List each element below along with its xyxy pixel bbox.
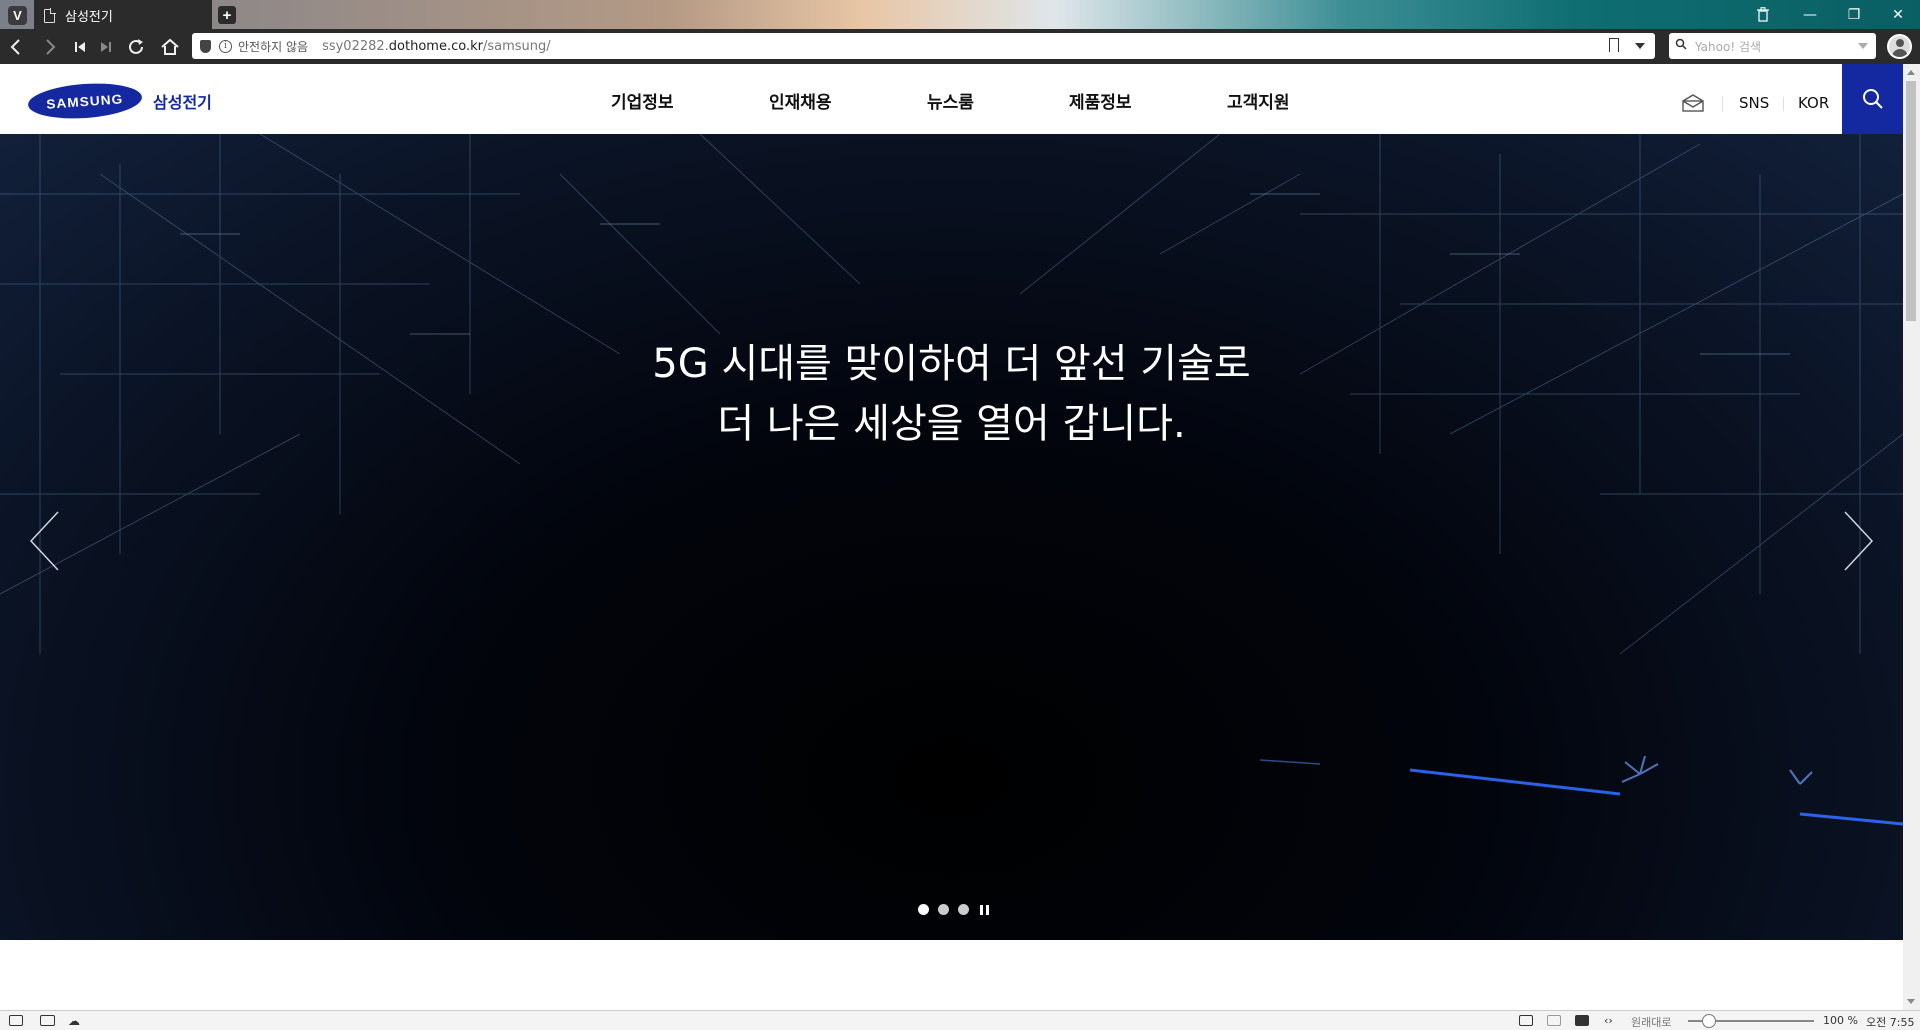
- search-icon[interactable]: [1675, 38, 1687, 54]
- trash-icon[interactable]: [1757, 7, 1771, 23]
- scrollbar-thumb[interactable]: [1906, 81, 1916, 321]
- hero-headline: 5G 시대를 맞이하여 더 앞선 기술로 더 나은 세상을 열어 갑니다.: [0, 334, 1903, 454]
- site-header: SAMSUNG 삼성전기 기업정보 인재채용 뉴스룸 제품정보 고객지원 SNS…: [0, 64, 1903, 134]
- image-mode-label[interactable]: 원래대로: [1631, 1014, 1671, 1030]
- nav-item-careers[interactable]: 인재채용: [769, 88, 832, 113]
- panel-toggle-icon[interactable]: [9, 1015, 23, 1026]
- image-icon[interactable]: [1575, 1015, 1589, 1026]
- scroll-down-icon[interactable]: [1907, 999, 1915, 1004]
- bookmark-icon[interactable]: [1609, 38, 1619, 52]
- search-engine-field[interactable]: Yahoo! 검색: [1669, 33, 1876, 59]
- security-label: 안전하지 않음: [238, 39, 309, 54]
- fast-forward-icon[interactable]: [94, 35, 118, 59]
- clock: 오전 7:55: [1866, 1016, 1915, 1029]
- search-placeholder: Yahoo! 검색: [1695, 39, 1762, 54]
- browser-menu-button[interactable]: V: [8, 6, 27, 25]
- restore-button[interactable]: ❐: [1832, 7, 1876, 23]
- nav-item-support[interactable]: 고객지원: [1227, 88, 1290, 113]
- browser-tabbar: V 삼성전기 + — ❐ ✕: [0, 0, 1920, 29]
- info-icon[interactable]: i: [219, 39, 232, 53]
- page-viewport: SAMSUNG 삼성전기 기업정보 인재채용 뉴스룸 제품정보 고객지원 SNS…: [0, 64, 1903, 1010]
- tile-icon[interactable]: [40, 1015, 55, 1026]
- hero-line-1: 5G 시대를 맞이하여 더 앞선 기술로: [652, 341, 1251, 387]
- sns-link[interactable]: SNS: [1739, 94, 1769, 112]
- slide-dot-1[interactable]: [918, 904, 929, 915]
- chevron-down-icon[interactable]: [1858, 43, 1868, 49]
- browser-toolbar: i 안전하지 않음 ssy02282.dothome.co.kr/samsung…: [0, 29, 1920, 64]
- hero-line-2: 더 나은 세상을 열어 갑니다.: [717, 401, 1186, 447]
- minimize-button[interactable]: —: [1788, 7, 1832, 23]
- reload-icon[interactable]: [124, 35, 148, 59]
- new-tab-button[interactable]: +: [218, 6, 236, 24]
- nav-item-company[interactable]: 기업정보: [611, 88, 674, 113]
- url-text[interactable]: ssy02282.dothome.co.kr/samsung/: [322, 39, 551, 54]
- scroll-up-icon[interactable]: [1907, 70, 1915, 75]
- tab-title: 삼성전기: [65, 10, 113, 25]
- code-icon[interactable]: ‹›: [1604, 1014, 1613, 1027]
- site-search-button[interactable]: [1842, 64, 1903, 134]
- home-icon[interactable]: [158, 35, 182, 59]
- back-icon[interactable]: [4, 35, 28, 59]
- slide-dot-2[interactable]: [938, 904, 949, 915]
- divider: [1783, 97, 1784, 111]
- hero-background-image: [0, 134, 1903, 826]
- shield-icon[interactable]: [200, 39, 211, 53]
- logo-korean-text[interactable]: 삼성전기: [153, 89, 212, 113]
- zoom-level[interactable]: 100 %: [1823, 1014, 1858, 1027]
- browser-statusbar: ☁ ‹› 원래대로 100 % 오전 7:55: [0, 1010, 1920, 1030]
- rewind-icon[interactable]: [68, 35, 92, 59]
- nav-item-newsroom[interactable]: 뉴스룸: [927, 88, 974, 113]
- forward-icon[interactable]: [38, 35, 62, 59]
- close-button[interactable]: ✕: [1876, 7, 1920, 23]
- profile-avatar[interactable]: [1887, 34, 1912, 59]
- slide-dot-3[interactable]: [958, 904, 969, 915]
- next-slide-icon[interactable]: [1841, 510, 1875, 572]
- tab-active[interactable]: 삼성전기: [34, 0, 212, 29]
- pause-icon[interactable]: [980, 904, 989, 915]
- hero-slider: 5G 시대를 맞이하여 더 앞선 기술로 더 나은 세상을 열어 갑니다.: [0, 134, 1903, 940]
- window-icon[interactable]: [1547, 1015, 1561, 1026]
- search-icon: [1862, 89, 1883, 109]
- page-scrollbar[interactable]: [1903, 64, 1920, 1010]
- samsung-logo[interactable]: SAMSUNG: [26, 80, 144, 122]
- slide-pagination: [918, 904, 989, 915]
- camera-icon[interactable]: [1519, 1015, 1533, 1026]
- language-link[interactable]: KOR: [1798, 94, 1829, 112]
- nav-item-products[interactable]: 제품정보: [1069, 88, 1132, 113]
- zoom-slider-handle[interactable]: [1702, 1014, 1716, 1028]
- prev-slide-icon[interactable]: [28, 510, 62, 572]
- chevron-down-icon[interactable]: [1635, 43, 1645, 49]
- page-icon: [44, 7, 56, 23]
- address-bar[interactable]: i 안전하지 않음 ssy02282.dothome.co.kr/samsung…: [192, 33, 1655, 59]
- divider: [1722, 97, 1723, 111]
- cloud-icon[interactable]: ☁: [68, 1014, 80, 1028]
- mail-icon[interactable]: [1682, 94, 1704, 112]
